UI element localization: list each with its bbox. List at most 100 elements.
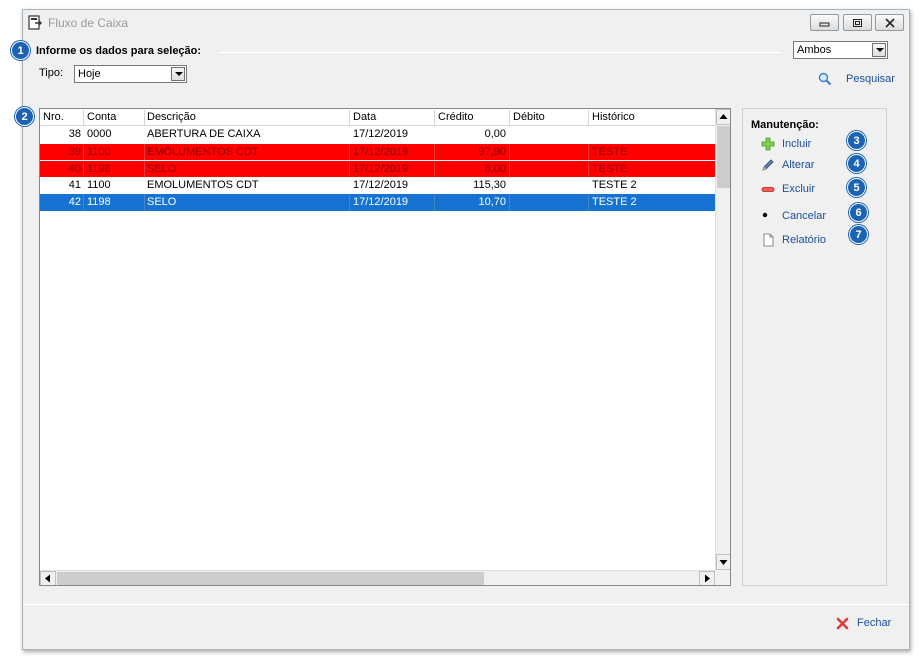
cell-credito: 10,70 bbox=[478, 196, 506, 208]
table-row[interactable]: 38 0000 ABERTURA DE CAIXA 17/12/2019 0,00 bbox=[40, 126, 715, 143]
filter-select[interactable]: Ambos bbox=[793, 41, 888, 59]
table-row[interactable]: 41 1100 EMOLUMENTOS CDT 17/12/2019 115,30 TES… bbox=[40, 177, 715, 194]
cell-data: 17/12/2019 bbox=[353, 146, 409, 158]
minimize-button[interactable] bbox=[810, 14, 839, 31]
cell-data: 17/12/2019 bbox=[353, 196, 409, 208]
filter-value: Ambos bbox=[797, 44, 832, 56]
cash-flow-table[interactable]: Nro. Conta Descrição Data Crédito Débito… bbox=[39, 108, 731, 586]
maximize-button[interactable] bbox=[843, 14, 872, 31]
cell-credito: 115,30 bbox=[473, 179, 506, 191]
column-header-debito[interactable]: Débito bbox=[513, 111, 545, 123]
scroll-left-button[interactable] bbox=[40, 571, 56, 585]
step-badge-1: 1 bbox=[11, 41, 30, 60]
arrow-left-icon bbox=[45, 574, 50, 583]
cell-nro: 42 bbox=[68, 196, 81, 208]
minus-icon bbox=[761, 187, 775, 192]
vertical-scrollbar[interactable] bbox=[715, 109, 730, 570]
tipo-label: Tipo: bbox=[39, 67, 64, 79]
scroll-down-button[interactable] bbox=[716, 554, 730, 570]
title-bar[interactable]: Fluxo de Caixa bbox=[23, 10, 909, 36]
close-icon bbox=[885, 18, 895, 28]
column-separator[interactable] bbox=[434, 110, 435, 125]
cell-descricao: SELO bbox=[147, 196, 177, 208]
cell-separator bbox=[349, 144, 350, 161]
step-badge-4: 4 bbox=[847, 154, 866, 173]
cell-historico: TESTE 2 bbox=[592, 196, 637, 208]
arrow-up-icon bbox=[719, 114, 728, 119]
cell-separator bbox=[144, 161, 145, 178]
cell-data: 17/12/2019 bbox=[353, 179, 409, 191]
table-row[interactable]: 42 1198 SELO 17/12/2019 10,70 TESTE 2 bbox=[40, 194, 715, 211]
pencil-icon bbox=[762, 159, 774, 171]
column-separator[interactable] bbox=[509, 110, 510, 125]
cell-credito: 0,00 bbox=[484, 128, 506, 140]
cell-separator bbox=[588, 144, 589, 161]
cell-data: 17/12/2019 bbox=[353, 128, 409, 140]
cell-separator bbox=[509, 194, 510, 211]
horizontal-scroll-thumb[interactable] bbox=[57, 572, 484, 585]
cell-descricao: SELO bbox=[147, 163, 177, 175]
column-separator[interactable] bbox=[83, 110, 84, 125]
cell-separator bbox=[509, 161, 510, 178]
cell-separator bbox=[588, 161, 589, 178]
column-header-historico[interactable]: Histórico bbox=[592, 111, 635, 123]
cancelar-label: Cancelar bbox=[782, 210, 827, 222]
step-badge-6: 6 bbox=[849, 203, 868, 222]
cell-conta: 1198 bbox=[87, 196, 111, 208]
footer-divider bbox=[23, 604, 909, 605]
search-icon bbox=[818, 72, 832, 86]
cell-separator bbox=[349, 194, 350, 211]
fechar-label: Fechar bbox=[857, 617, 892, 629]
cell-nro: 39 bbox=[68, 146, 81, 158]
chevron-down-icon[interactable] bbox=[171, 67, 185, 81]
cell-nro: 40 bbox=[68, 163, 81, 175]
cell-conta: 1100 bbox=[87, 146, 111, 158]
step-badge-5: 5 bbox=[847, 178, 866, 197]
tipo-select[interactable]: Hoje bbox=[74, 65, 187, 83]
chevron-down-icon[interactable] bbox=[872, 43, 886, 57]
fluxo-de-caixa-window: Fluxo de Caixa 1 Informe os dados para s… bbox=[11, 9, 910, 650]
cell-conta: 1100 bbox=[87, 179, 111, 191]
cell-separator bbox=[509, 144, 510, 161]
window-title: Fluxo de Caixa bbox=[48, 16, 129, 30]
close-x-icon bbox=[836, 617, 849, 630]
cell-data: 17/12/2019 bbox=[353, 163, 409, 175]
cell-conta: 0000 bbox=[87, 128, 112, 140]
close-window-button[interactable] bbox=[875, 14, 904, 31]
app-icon bbox=[28, 15, 42, 30]
column-header-descricao[interactable]: Descrição bbox=[147, 111, 196, 123]
cell-separator bbox=[83, 144, 84, 161]
column-separator[interactable] bbox=[588, 110, 589, 125]
cell-separator bbox=[349, 161, 350, 178]
selection-header: Informe os dados para seleção: bbox=[36, 45, 202, 57]
cell-separator bbox=[83, 161, 84, 178]
arrow-down-icon bbox=[719, 560, 728, 565]
column-separator[interactable] bbox=[349, 110, 350, 125]
vertical-scroll-thumb[interactable] bbox=[717, 126, 730, 188]
table-row[interactable]: 40 1198 SELO 17/12/2019 8,00 TESTE bbox=[40, 160, 715, 178]
incluir-label: Incluir bbox=[782, 138, 812, 150]
horizontal-scrollbar[interactable] bbox=[40, 570, 715, 585]
column-header-conta[interactable]: Conta bbox=[87, 111, 116, 123]
column-header-data[interactable]: Data bbox=[353, 111, 376, 123]
restore-icon bbox=[853, 19, 862, 27]
cell-separator bbox=[434, 194, 435, 211]
cell-historico: TESTE 2 bbox=[592, 179, 637, 191]
column-header-credito[interactable]: Crédito bbox=[438, 111, 473, 123]
cell-separator bbox=[83, 194, 84, 211]
cell-nro: 41 bbox=[68, 179, 81, 191]
maintenance-panel: Manutenção: Incluir Alterar Excluir Canc… bbox=[742, 108, 887, 586]
scroll-up-button[interactable] bbox=[716, 109, 730, 125]
column-separator[interactable] bbox=[144, 110, 145, 125]
scroll-right-button[interactable] bbox=[699, 571, 715, 585]
column-header-nro[interactable]: Nro. bbox=[43, 111, 64, 123]
table-header: Nro. Conta Descrição Data Crédito Débito… bbox=[40, 109, 715, 126]
tipo-value: Hoje bbox=[78, 68, 101, 80]
dot-icon bbox=[762, 212, 768, 218]
section-divider bbox=[219, 52, 781, 53]
cell-separator bbox=[588, 194, 589, 211]
relatorio-label: Relatório bbox=[782, 234, 827, 246]
table-row[interactable]: 39 1100 EMOLUMENTOS CDT 17/12/2019 97,90 TEST… bbox=[40, 143, 715, 161]
step-badge-7: 7 bbox=[849, 225, 868, 244]
step-badge-3: 3 bbox=[847, 131, 866, 150]
